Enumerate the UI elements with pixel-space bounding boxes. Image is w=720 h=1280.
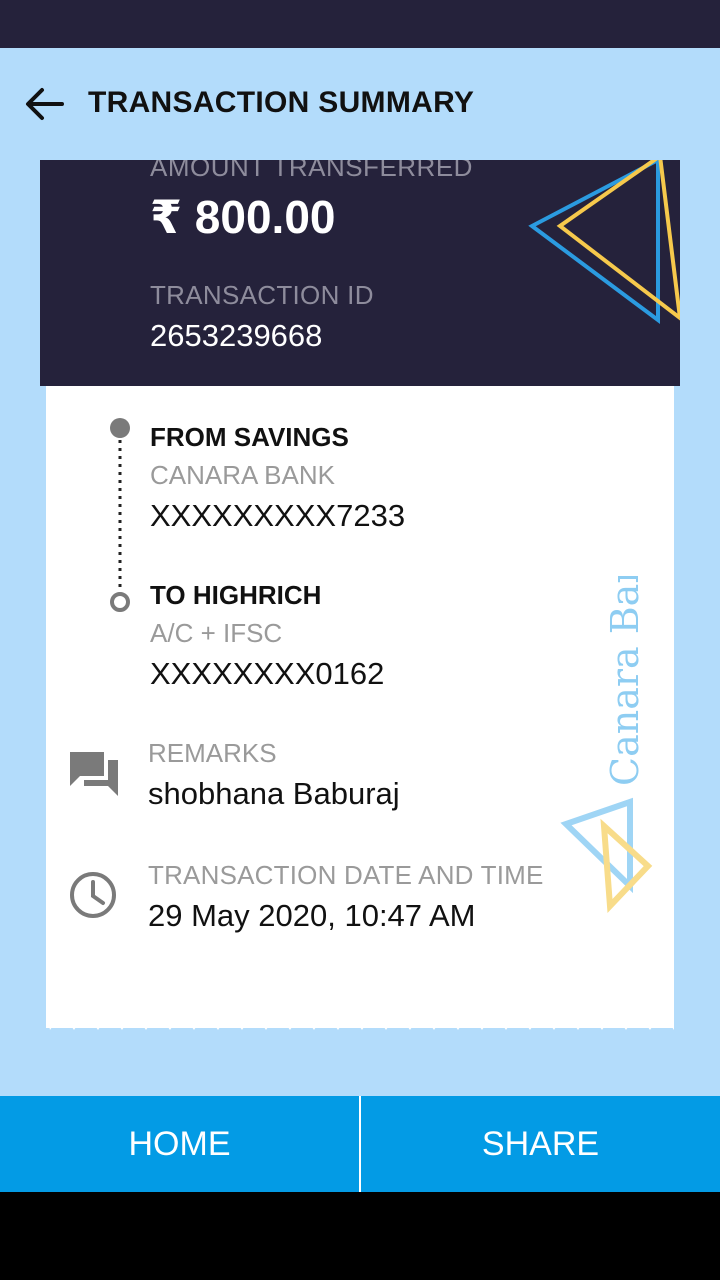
to-title: TO HIGHRICH: [150, 580, 322, 610]
amount-value: ₹ 800.00: [150, 191, 336, 243]
transfer-timeline: [110, 418, 130, 612]
bottom-action-bar: HOME SHARE: [0, 1096, 720, 1192]
canara-triangle-decoration: [528, 160, 680, 324]
transaction-id-value: 2653239668: [150, 318, 323, 353]
share-button[interactable]: SHARE: [361, 1096, 720, 1192]
remarks-value: shobhana Baburaj: [148, 776, 400, 811]
canara-bank-watermark: Canara Bank: [560, 576, 653, 913]
clock-icon: [70, 872, 116, 918]
watermark-text: Canara Bank: [603, 576, 647, 786]
back-button[interactable]: [22, 84, 66, 124]
app-header: TRANSACTION SUMMARY: [0, 48, 720, 160]
amount-card: AMOUNT TRANSFERRED ₹ 800.00 TRANSACTION …: [40, 160, 680, 386]
receipt-card: FROM SAVINGS CANARA BANK XXXXXXXXX7233 T…: [46, 386, 674, 1028]
amount-label: AMOUNT TRANSFERRED: [150, 160, 473, 182]
home-button[interactable]: HOME: [0, 1096, 359, 1192]
transaction-id-label: TRANSACTION ID: [150, 280, 374, 310]
to-subtitle: A/C + IFSC: [150, 618, 283, 648]
receipt-torn-edge: [46, 1008, 674, 1030]
from-title: FROM SAVINGS: [150, 422, 349, 452]
status-bar: [0, 0, 720, 48]
remarks-label: REMARKS: [148, 738, 277, 768]
transaction-date-label: TRANSACTION DATE AND TIME: [148, 860, 544, 890]
chat-icon: [70, 752, 118, 796]
transaction-date-value: 29 May 2020, 10:47 AM: [148, 898, 476, 933]
system-nav-bar: [0, 1192, 720, 1280]
page-title: TRANSACTION SUMMARY: [88, 86, 475, 119]
from-account: XXXXXXXXX7233: [150, 498, 406, 533]
arrow-left-icon: [26, 88, 64, 120]
from-bank: CANARA BANK: [150, 460, 335, 490]
to-account: XXXXXXXX0162: [150, 656, 385, 691]
